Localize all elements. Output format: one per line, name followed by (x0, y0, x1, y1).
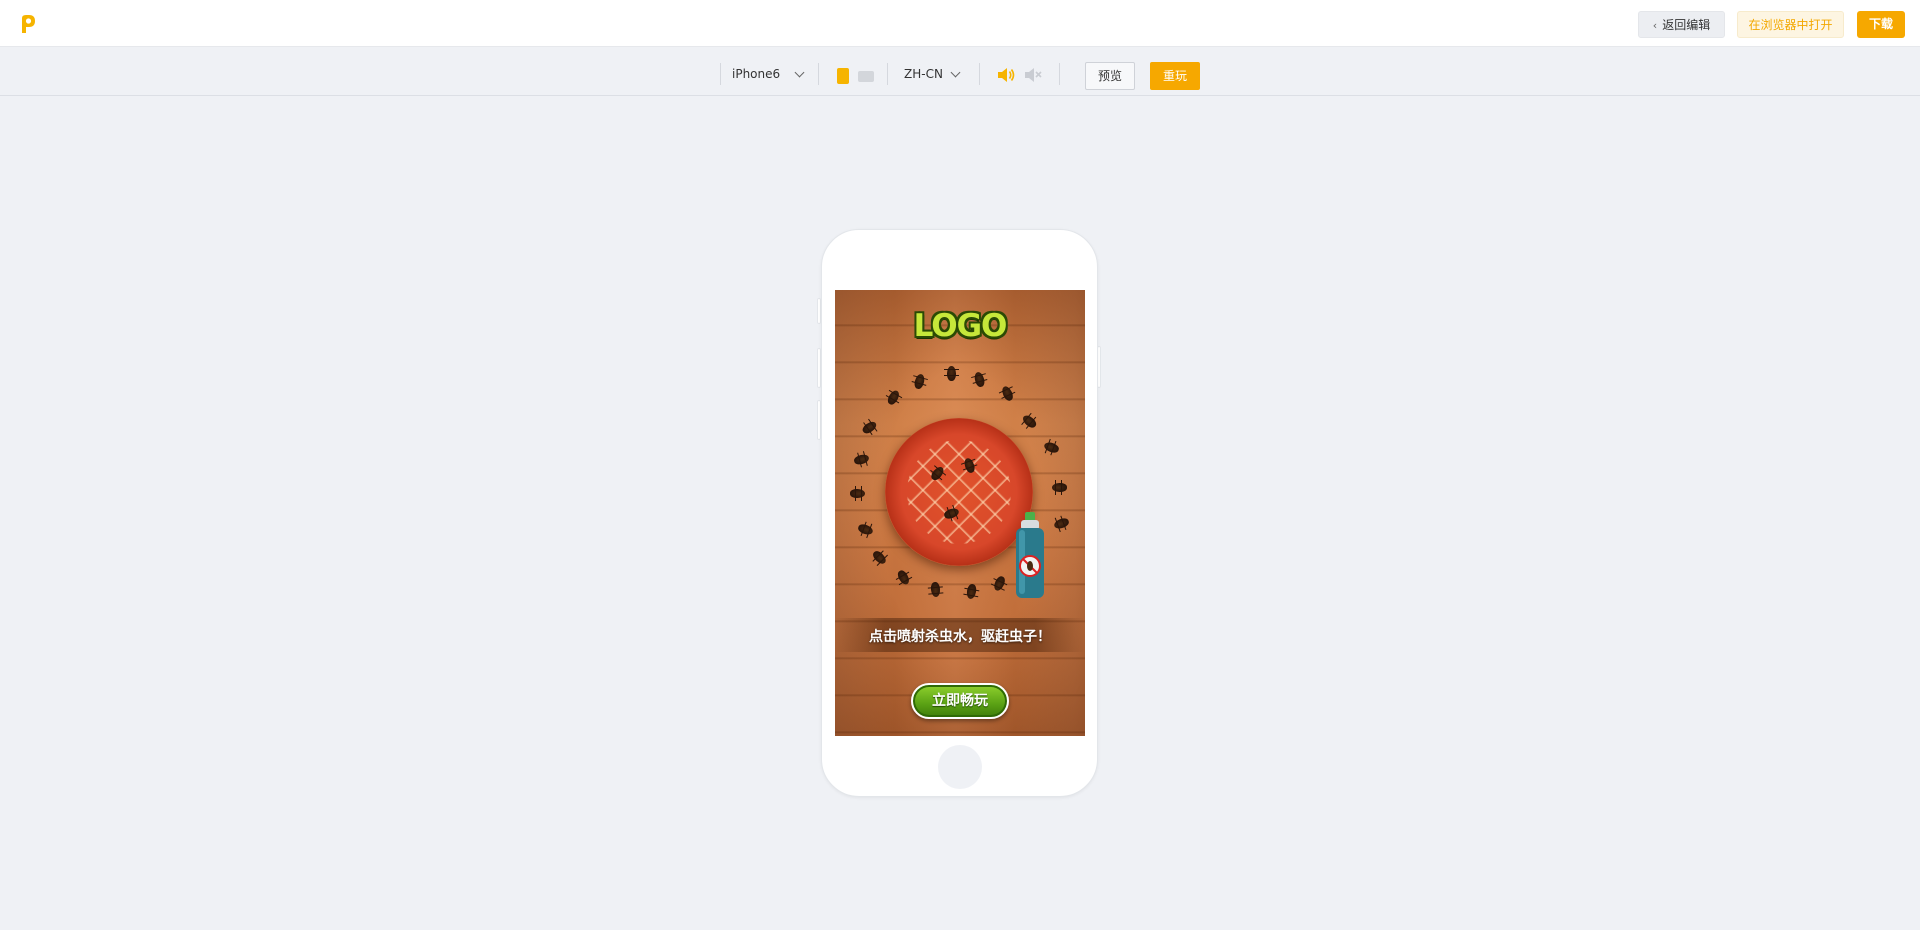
replay-button[interactable]: 重玩 (1150, 62, 1200, 90)
device-select-value: iPhone6 (732, 67, 781, 81)
back-to-edit-button[interactable]: ‹ 返回编辑 (1638, 11, 1725, 38)
bug (850, 489, 865, 498)
play-now-button[interactable]: 立即畅玩 (911, 683, 1009, 719)
preview-button[interactable]: 预览 (1085, 62, 1135, 90)
bug (992, 574, 1007, 593)
bug (944, 366, 959, 381)
game-logo: LOGO (913, 308, 1008, 344)
chevron-left-icon: ‹ (1652, 19, 1658, 32)
game-prompt-text: 点击喷射杀虫水，驱赶虫子！ (869, 629, 1051, 645)
top-header: ‹ 返回编辑 在浏览器中打开 下载 (0, 0, 1920, 47)
chevron-down-icon (794, 67, 805, 78)
toolbar-divider (818, 63, 819, 85)
spray-can-icon[interactable] (1013, 512, 1047, 600)
language-select[interactable]: ZH-CN (904, 62, 964, 86)
landscape-icon[interactable] (858, 71, 874, 82)
game-preview-screen[interactable]: LOGO 点击喷射杀虫水，驱赶虫子！ 立即畅玩 (835, 290, 1085, 736)
brand-logo-icon[interactable] (19, 14, 37, 34)
phone-home-button[interactable] (938, 745, 982, 789)
open-in-browser-button[interactable]: 在浏览器中打开 (1737, 11, 1844, 38)
portrait-icon[interactable] (837, 68, 849, 84)
bug (1052, 483, 1067, 492)
language-select-value: ZH-CN (904, 67, 943, 81)
pie-lattice (907, 440, 1011, 544)
volume-mute-icon[interactable] (1023, 66, 1043, 84)
back-to-edit-label: 返回编辑 (1662, 18, 1711, 32)
device-select[interactable]: iPhone6 (732, 62, 810, 86)
download-button[interactable]: 下载 (1857, 11, 1905, 38)
chevron-down-icon (950, 67, 961, 78)
toolbar-divider (1059, 63, 1060, 85)
pie-target[interactable] (885, 418, 1033, 566)
volume-on-icon[interactable] (996, 66, 1016, 84)
toolbar-divider (979, 63, 980, 85)
toolbar-divider (720, 63, 721, 85)
toolbar-divider (887, 63, 888, 85)
